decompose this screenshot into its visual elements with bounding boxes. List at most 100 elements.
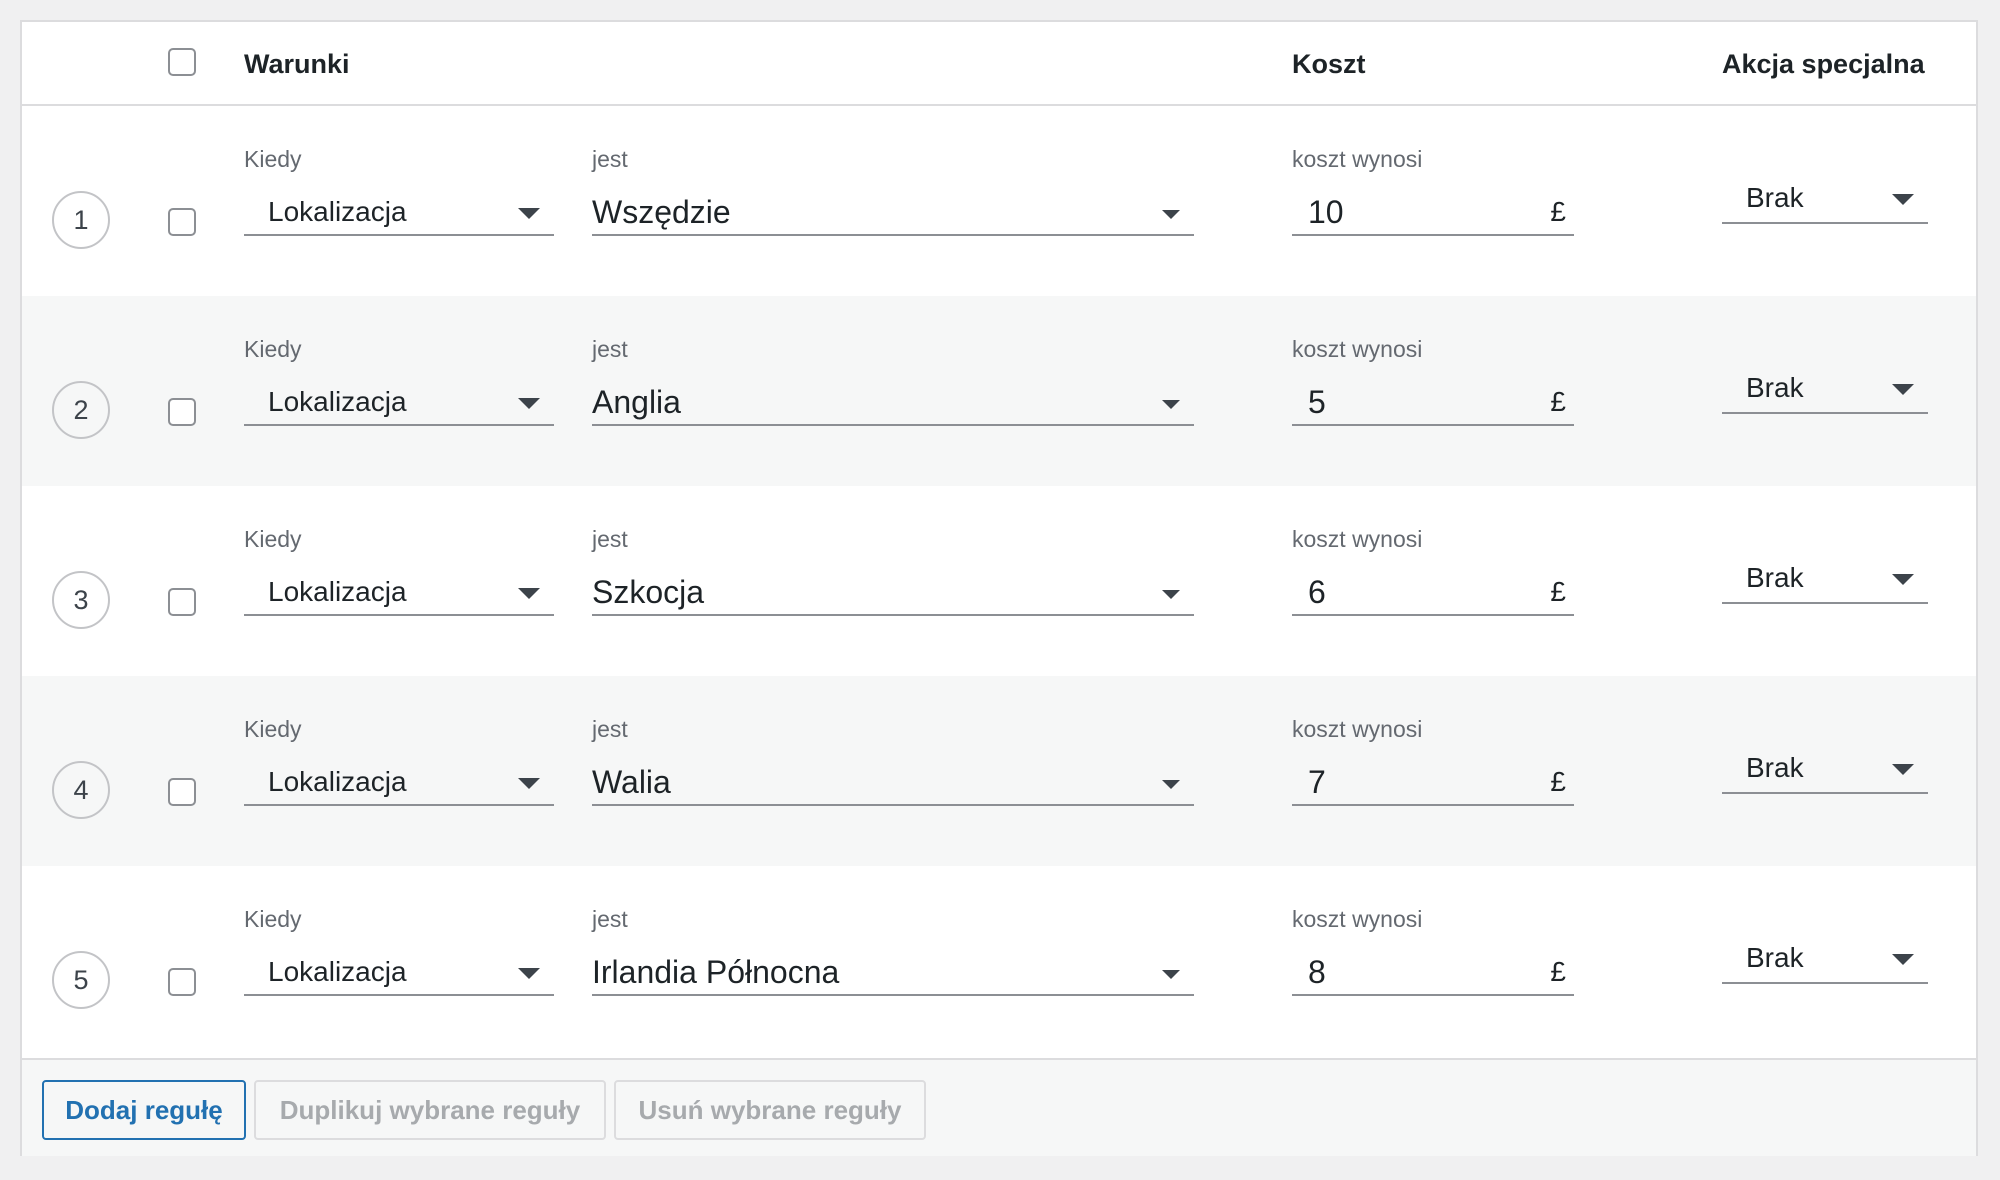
- chevron-down-icon: [518, 398, 540, 409]
- location-value: Walia: [592, 764, 671, 800]
- location-select[interactable]: Wszędzie: [592, 184, 1194, 236]
- rule-number[interactable]: 5: [52, 951, 110, 1009]
- when-select[interactable]: Lokalizacja: [244, 184, 554, 236]
- rule-row-4: 4 Kiedy Lokalizacja jest Walia koszt wyn…: [22, 676, 1976, 866]
- chevron-down-icon: [1892, 194, 1914, 205]
- chevron-down-icon: [1162, 210, 1180, 219]
- cost-value: 8: [1308, 954, 1326, 990]
- chevron-down-icon: [518, 778, 540, 789]
- when-value: Lokalizacja: [268, 386, 407, 417]
- currency-symbol: £: [1550, 956, 1566, 987]
- location-value: Szkocja: [592, 574, 705, 610]
- table-header: Warunki Koszt Akcja specjalna: [22, 22, 1976, 106]
- when-value: Lokalizacja: [268, 576, 407, 607]
- is-label: jest: [592, 906, 628, 932]
- location-select[interactable]: Anglia: [592, 374, 1194, 426]
- when-value: Lokalizacja: [268, 766, 407, 797]
- special-action-value: Brak: [1746, 752, 1804, 783]
- rule-number[interactable]: 1: [52, 191, 110, 249]
- currency-symbol: £: [1550, 196, 1566, 227]
- cost-label: koszt wynosi: [1292, 906, 1423, 932]
- rule-row-2: 2 Kiedy Lokalizacja jest Anglia koszt wy…: [22, 296, 1976, 486]
- header-conditions: Warunki: [244, 49, 350, 79]
- chevron-down-icon: [1162, 400, 1180, 409]
- when-label: Kiedy: [244, 336, 302, 362]
- when-select[interactable]: Lokalizacja: [244, 754, 554, 806]
- location-select[interactable]: Walia: [592, 754, 1194, 806]
- chevron-down-icon: [1162, 590, 1180, 599]
- is-label: jest: [592, 716, 628, 742]
- cost-input[interactable]: 10 £: [1292, 184, 1574, 236]
- rule-row-1: 1 Kiedy Lokalizacja jest Wszędzie koszt …: [22, 106, 1976, 296]
- when-select[interactable]: Lokalizacja: [244, 374, 554, 426]
- rule-checkbox[interactable]: [168, 398, 196, 426]
- is-label: jest: [592, 146, 628, 172]
- table-footer: Dodaj regułę Duplikuj wybrane reguły Usu…: [22, 1058, 1976, 1156]
- when-label: Kiedy: [244, 146, 302, 172]
- rule-checkbox[interactable]: [168, 208, 196, 236]
- cost-value: 6: [1308, 574, 1326, 610]
- special-action-select[interactable]: Brak: [1722, 552, 1928, 604]
- chevron-down-icon: [518, 968, 540, 979]
- currency-symbol: £: [1550, 766, 1566, 797]
- shipping-rules-table: Warunki Koszt Akcja specjalna 1 Kiedy Lo…: [20, 20, 1978, 1156]
- location-value: Anglia: [592, 384, 681, 420]
- cost-value: 5: [1308, 384, 1326, 420]
- chevron-down-icon: [518, 208, 540, 219]
- rule-number[interactable]: 2: [52, 381, 110, 439]
- delete-selected-button[interactable]: Usuń wybrane reguły: [614, 1080, 926, 1140]
- chevron-down-icon: [1162, 780, 1180, 789]
- when-select[interactable]: Lokalizacja: [244, 564, 554, 616]
- rule-number[interactable]: 4: [52, 761, 110, 819]
- is-label: jest: [592, 526, 628, 552]
- cost-label: koszt wynosi: [1292, 526, 1423, 552]
- when-value: Lokalizacja: [268, 956, 407, 987]
- rule-checkbox[interactable]: [168, 968, 196, 996]
- location-value: Wszędzie: [592, 194, 731, 230]
- when-label: Kiedy: [244, 716, 302, 742]
- chevron-down-icon: [518, 588, 540, 599]
- rule-checkbox[interactable]: [168, 588, 196, 616]
- special-action-select[interactable]: Brak: [1722, 362, 1928, 414]
- special-action-select[interactable]: Brak: [1722, 932, 1928, 984]
- select-all-checkbox[interactable]: [168, 48, 196, 76]
- chevron-down-icon: [1892, 384, 1914, 395]
- cost-label: koszt wynosi: [1292, 716, 1423, 742]
- header-special-action: Akcja specjalna: [1722, 49, 1925, 79]
- special-action-value: Brak: [1746, 182, 1804, 213]
- rule-row-5: 5 Kiedy Lokalizacja jest Irlandia Północ…: [22, 866, 1976, 1056]
- cost-input[interactable]: 6 £: [1292, 564, 1574, 616]
- when-label: Kiedy: [244, 906, 302, 932]
- currency-symbol: £: [1550, 386, 1566, 417]
- cost-value: 7: [1308, 764, 1326, 800]
- location-select[interactable]: Szkocja: [592, 564, 1194, 616]
- cost-input[interactable]: 8 £: [1292, 944, 1574, 996]
- special-action-value: Brak: [1746, 372, 1804, 403]
- duplicate-selected-button[interactable]: Duplikuj wybrane reguły: [254, 1080, 606, 1140]
- cost-label: koszt wynosi: [1292, 336, 1423, 362]
- rule-row-3: 3 Kiedy Lokalizacja jest Szkocja koszt w…: [22, 486, 1976, 676]
- cost-input[interactable]: 5 £: [1292, 374, 1574, 426]
- rule-number[interactable]: 3: [52, 571, 110, 629]
- cost-value: 10: [1308, 194, 1344, 230]
- cost-label: koszt wynosi: [1292, 146, 1423, 172]
- rule-checkbox[interactable]: [168, 778, 196, 806]
- cost-input[interactable]: 7 £: [1292, 754, 1574, 806]
- when-value: Lokalizacja: [268, 196, 407, 227]
- special-action-value: Brak: [1746, 562, 1804, 593]
- currency-symbol: £: [1550, 576, 1566, 607]
- location-select[interactable]: Irlandia Północna: [592, 944, 1194, 996]
- chevron-down-icon: [1162, 970, 1180, 979]
- when-label: Kiedy: [244, 526, 302, 552]
- add-rule-button[interactable]: Dodaj regułę: [42, 1080, 246, 1140]
- chevron-down-icon: [1892, 764, 1914, 775]
- location-value: Irlandia Północna: [592, 954, 840, 990]
- special-action-value: Brak: [1746, 942, 1804, 973]
- header-cost: Koszt: [1292, 49, 1366, 79]
- chevron-down-icon: [1892, 954, 1914, 965]
- when-select[interactable]: Lokalizacja: [244, 944, 554, 996]
- special-action-select[interactable]: Brak: [1722, 172, 1928, 224]
- special-action-select[interactable]: Brak: [1722, 742, 1928, 794]
- chevron-down-icon: [1892, 574, 1914, 585]
- is-label: jest: [592, 336, 628, 362]
